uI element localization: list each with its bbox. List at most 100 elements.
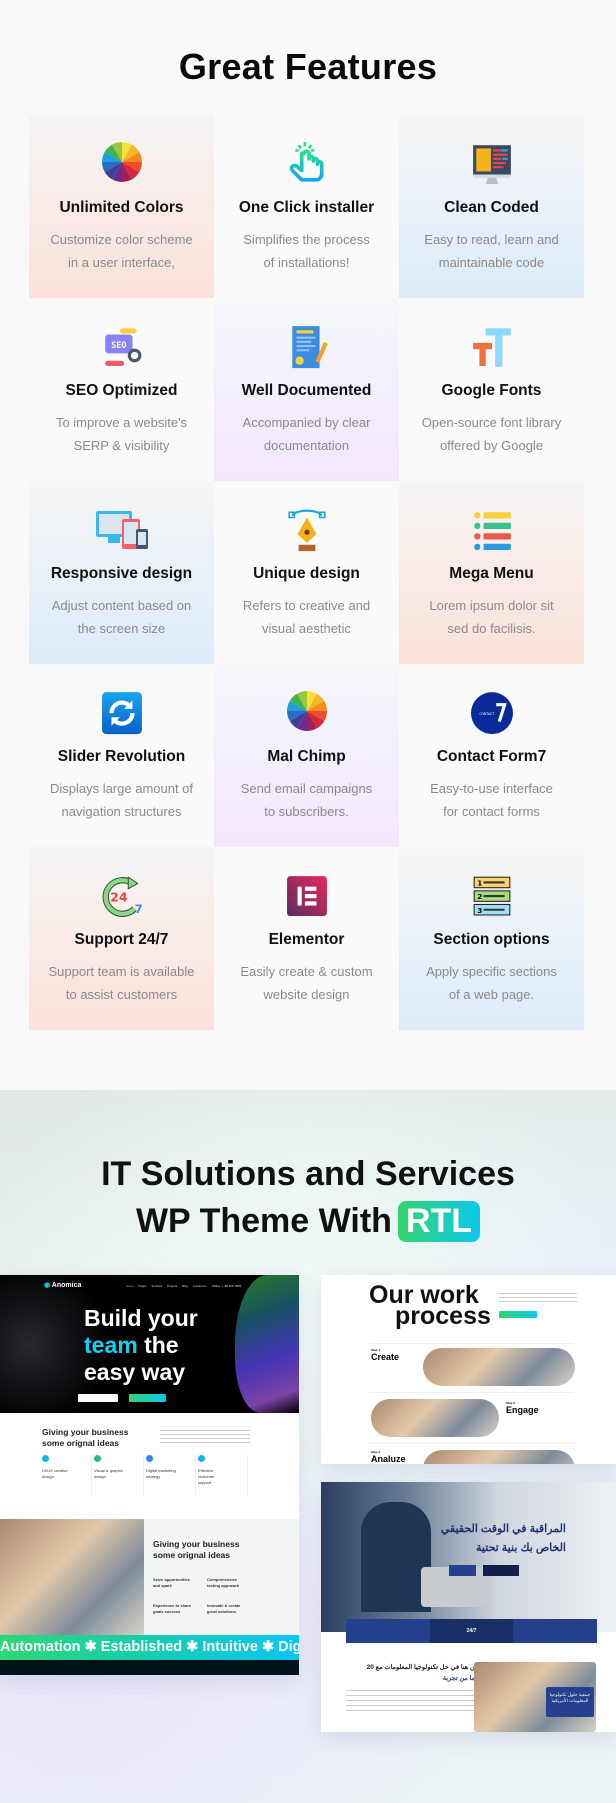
feature-card: CONTACT Contact Form7 Easy-to-use interf… xyxy=(399,664,584,847)
team-photo xyxy=(0,1519,144,1635)
feature-description: Apply specific sections of a web page. xyxy=(426,964,557,1002)
service-icon xyxy=(42,1455,49,1462)
feature-title: One Click installer xyxy=(238,199,375,216)
svg-text:SEO: SEO xyxy=(111,340,126,350)
rtl-button-2[interactable] xyxy=(483,1565,519,1576)
divider xyxy=(369,1392,574,1393)
feature-card: SEO SEO Optimized To improve a website's… xyxy=(29,298,214,481)
feature-card: Mega Menu Lorem ipsum dolor sit sed do fa… xyxy=(399,481,584,664)
demo-logo: ◉ Anomica xyxy=(44,1282,82,1289)
feature-card: Clean Coded Easy to read, learn and maint… xyxy=(399,115,584,298)
service-icon xyxy=(146,1455,153,1462)
demo-point: Seize opportunities and spark xyxy=(153,1577,190,1588)
feature-title: Well Documented xyxy=(241,382,372,399)
demo-points: Seize opportunities and spark Comprehensi… xyxy=(153,1577,258,1615)
feature-description: Support team is available to assist custo… xyxy=(48,964,195,1002)
demo-hero-heading: Build your team the easy way xyxy=(84,1305,198,1385)
pen-tool-icon xyxy=(286,507,328,552)
demo-service-item: Visual & graphic design xyxy=(92,1455,144,1495)
feature-card: One Click installer Simplifies the proce… xyxy=(214,115,399,298)
feature-description: Customize color scheme in a user interfac… xyxy=(50,232,193,270)
demo-nav-item[interactable]: Pages xyxy=(138,1284,146,1288)
demo-services: UI/UX creative design Visual & graphic de… xyxy=(40,1455,248,1495)
feature-card: Elementor Easily create & custom website … xyxy=(214,847,399,1030)
demo-nav-item[interactable]: Tollfree: (+88 456 7890) xyxy=(212,1284,242,1288)
demo-point: Innovate & create great solutions. xyxy=(207,1603,241,1614)
demo-cta-button[interactable] xyxy=(129,1394,166,1402)
list-menu-icon xyxy=(471,507,513,551)
svg-text:1: 1 xyxy=(477,879,482,888)
demo-footer xyxy=(0,1660,299,1675)
svg-text:3: 3 xyxy=(477,906,482,915)
step-1-photo xyxy=(423,1348,575,1386)
color-wheel-icon xyxy=(101,141,143,185)
stat-247: 24/7 xyxy=(429,1619,514,1643)
refresh-icon xyxy=(101,690,143,735)
feature-title: Section options xyxy=(433,931,550,948)
feature-card: Mal Chimp Send email campaigns to subscri… xyxy=(214,664,399,847)
tap-hand-icon xyxy=(286,141,328,185)
demo-nav: Home Pages Services Projects Blog Contact Us T… xyxy=(126,1284,241,1288)
feature-description: Easy-to-use interface for contact forms xyxy=(430,781,553,819)
feature-description: Accompanied by clear documentation xyxy=(242,415,371,453)
feature-title: Responsive design xyxy=(50,565,193,582)
feature-description: Displays large amount of navigation struc… xyxy=(49,781,194,819)
feature-title: Mal Chimp xyxy=(267,748,346,765)
color-wheel-icon xyxy=(286,690,328,734)
elementor-icon xyxy=(286,873,328,917)
feature-description: Adjust content based on the screen size xyxy=(51,598,192,636)
feature-title: Unique design xyxy=(253,565,360,582)
demo-nav-item[interactable]: Projects xyxy=(167,1284,177,1288)
feature-title: Clean Coded xyxy=(444,199,539,216)
demo-marquee: Automation ✱ Established ✱ Intuitive ✱ D… xyxy=(0,1635,299,1660)
demo-service-item: Digital marketing strategy xyxy=(144,1455,196,1495)
demo-screenshot-anomica: ◉ Anomica Home Pages Services Projects Blog C… xyxy=(0,1275,299,1675)
work-process-text xyxy=(499,1293,577,1305)
svg-text:7: 7 xyxy=(135,902,143,916)
step-3: Step 3 Analuze xyxy=(371,1450,406,1464)
demo-screenshot-work-process: Our work process Step 1 Create Step 2 Engag… xyxy=(321,1275,616,1464)
rtl-stats-bar: 24/7 xyxy=(346,1619,597,1643)
demo-screenshot-rtl: المراقبة في الوقت الحقيقي الخاص بك بنية ت… xyxy=(321,1482,616,1732)
demo-section-title: Giving your business some orignal ideas xyxy=(42,1427,129,1448)
feature-description: Send email campaigns to subscribers. xyxy=(240,781,373,819)
demo-email-input[interactable] xyxy=(78,1394,118,1402)
demo-nav-item[interactable]: Services xyxy=(151,1284,162,1288)
feature-description: Open-source font library offered by Googl… xyxy=(421,415,562,453)
demo-service-item: UI/UX creative design xyxy=(40,1455,92,1495)
ribbon-graphic xyxy=(235,1275,299,1413)
feature-title: Google Fonts xyxy=(441,382,542,399)
divider xyxy=(369,1443,574,1444)
rtl-about-heading: نحن هنا في حل تكنولوجيا المعلومات مع 20 ع… xyxy=(366,1664,481,1682)
step-3-photo xyxy=(423,1450,575,1464)
feature-card: 1 2 3 Section options Apply specific secti… xyxy=(399,847,584,1030)
document-icon xyxy=(286,324,328,369)
feature-title: Contact Form7 xyxy=(436,748,547,765)
feature-card: 24 7 Support 24/7 Support team is availab… xyxy=(29,847,214,1030)
demo-point: Experience to share goals success xyxy=(153,1603,192,1614)
demo-nav-item[interactable]: Home xyxy=(126,1284,133,1288)
feature-title: Mega Menu xyxy=(449,565,534,582)
contact-form-icon: CONTACT xyxy=(471,690,513,735)
demo-section-text xyxy=(160,1430,250,1446)
svg-text:24: 24 xyxy=(110,889,128,904)
seo-icon: SEO xyxy=(101,324,143,368)
font-icon xyxy=(471,324,513,368)
feature-card: Responsive design Adjust content based o… xyxy=(29,481,214,664)
feature-title: Unlimited Colors xyxy=(59,199,184,216)
feature-title: Slider Revolution xyxy=(57,748,186,765)
demo-nav-item[interactable]: Blog xyxy=(182,1284,188,1288)
feature-description: Refers to creative and visual aesthetic xyxy=(242,598,371,636)
feature-description: Lorem ipsum dolor sit sed do facilisis. xyxy=(429,598,554,636)
feature-description: Easily create & custom website design xyxy=(240,964,373,1002)
service-icon xyxy=(94,1455,101,1462)
rtl-button-1[interactable] xyxy=(449,1565,476,1576)
showcase-title-text: WP Theme With xyxy=(135,1202,392,1240)
rtl-about-badge: جمعية حلول تكنولوجيا المعلومات الأمريكية xyxy=(546,1687,594,1717)
work-process-button[interactable] xyxy=(499,1311,537,1318)
feature-card: Well Documented Accompanied by clear docu… xyxy=(214,298,399,481)
demo-nav-item[interactable]: Contact Us xyxy=(193,1284,207,1288)
feature-card: Google Fonts Open-source font library off… xyxy=(399,298,584,481)
feature-description: Simplifies the process of installations! xyxy=(243,232,370,270)
step-2-photo xyxy=(371,1399,499,1437)
